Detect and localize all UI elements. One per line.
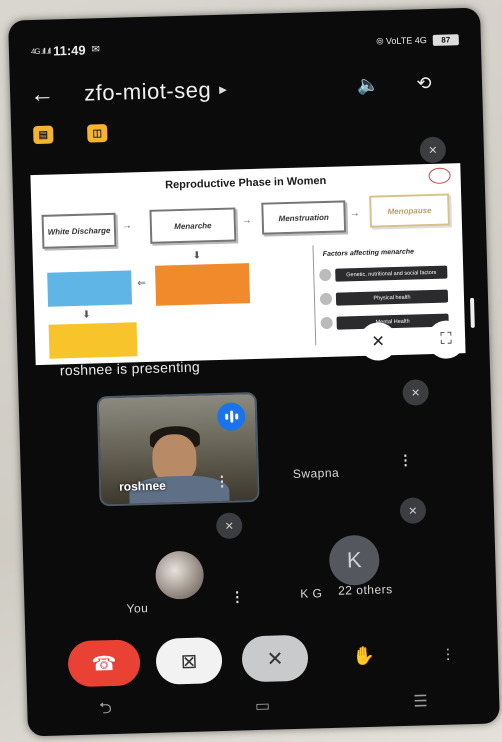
- mic-off-icon: ✕: [402, 379, 429, 406]
- factor-icon: [319, 268, 332, 282]
- recents-nav-icon[interactable]: ☰: [413, 691, 428, 711]
- box-menarche: Menarche: [149, 207, 237, 244]
- arrow-down-icon: ⬇: [82, 309, 91, 321]
- signal-indicator: 4G .ıll .ıll: [30, 46, 51, 56]
- presenting-label: roshnee is presenting: [59, 358, 201, 379]
- factor-icon: [319, 292, 333, 306]
- box-orange-info: [154, 263, 251, 306]
- participant-name: Swapna: [292, 465, 340, 481]
- end-call-button[interactable]: ☎: [67, 639, 141, 688]
- box-blue-info: [47, 270, 133, 307]
- meeting-title[interactable]: zfo-miot-seg: [84, 77, 212, 107]
- recording-badge-icon[interactable]: ▤: [33, 125, 54, 145]
- more-options-button[interactable]: ⋮: [435, 630, 460, 677]
- factors-title: Factors affecting menarche: [322, 248, 415, 259]
- home-nav-icon[interactable]: ▭: [255, 696, 271, 716]
- box-yellow-info: [48, 322, 138, 359]
- meet-screen: 4G .ıll .ıll 11:49 ✉ ⦾ VoLTE 4G 87 ← zfo…: [8, 8, 500, 737]
- arrow-icon: →: [349, 207, 360, 220]
- hand-icon: ✋: [352, 645, 376, 666]
- participant-tile-roshnee[interactable]: roshnee ⋮: [96, 391, 260, 507]
- mic-off-icon: ✕: [215, 512, 243, 540]
- camera-off-icon: ⊠: [180, 650, 198, 673]
- avatar: [154, 550, 205, 600]
- speaker-icon[interactable]: 🔈: [354, 70, 383, 99]
- box-menopause: Menopause: [369, 193, 450, 228]
- arrow-icon: →: [241, 215, 252, 227]
- status-time: 11:49: [52, 42, 86, 58]
- system-nav-bar: ⮌ ▭ ☰: [27, 687, 499, 724]
- back-arrow-icon[interactable]: ←: [30, 80, 67, 109]
- mic-off-icon: ✕: [266, 647, 284, 671]
- box-white-discharge: White Discharge: [41, 212, 117, 249]
- factor-row: Physical health: [335, 289, 449, 306]
- others-count[interactable]: 22 others: [338, 582, 393, 598]
- arrow-icon: ⇐: [137, 277, 147, 290]
- scroll-handle[interactable]: [470, 297, 475, 328]
- battery-icon: 87: [432, 33, 459, 46]
- camera-toggle-button[interactable]: ⊠: [155, 637, 223, 685]
- mic-off-icon: ✕: [399, 497, 427, 524]
- switch-camera-icon[interactable]: ⟲: [410, 69, 439, 98]
- participant-name: K G: [300, 586, 323, 601]
- mic-toggle-button[interactable]: ✕: [241, 634, 309, 683]
- phone-hangup-icon: ☎: [91, 652, 117, 676]
- factor-row: Genetic, nutritional and social factors: [335, 265, 448, 282]
- more-options-icon[interactable]: ⋮: [398, 452, 412, 469]
- speaking-indicator-icon: [216, 402, 246, 432]
- raise-hand-button[interactable]: ✋: [343, 632, 384, 679]
- presentation-slide: Reproductive Phase in Women White Discha…: [30, 163, 466, 366]
- notification-icon: ✉: [91, 43, 101, 55]
- avatar: K: [328, 534, 380, 586]
- app-header: ← zfo-miot-seg ▶: [30, 66, 463, 112]
- network-status: ⦾ VoLTE 4G: [376, 34, 427, 46]
- more-options-icon[interactable]: ⋮: [215, 473, 229, 490]
- participant-name: roshnee: [118, 478, 167, 494]
- arrow-icon: →: [121, 220, 133, 232]
- pin-off-icon[interactable]: ✕: [358, 321, 398, 362]
- chevron-right-icon[interactable]: ▶: [219, 84, 227, 95]
- kebab-icon: ⋮: [440, 645, 456, 662]
- back-nav-icon[interactable]: ⮌: [99, 697, 113, 724]
- slide-title: Reproductive Phase in Women: [164, 174, 327, 192]
- factor-icon: [320, 316, 333, 330]
- slide-divider: [312, 245, 317, 346]
- more-options-icon[interactable]: ⋮: [230, 588, 244, 605]
- arrow-down-icon: ⬇: [192, 250, 202, 262]
- status-bar: 4G .ıll .ıll 11:49 ✉ ⦾ VoLTE 4G 87: [31, 30, 459, 60]
- box-menstruation: Menstruation: [261, 200, 347, 235]
- participant-name: You: [126, 601, 149, 616]
- presenter-muted-icon: ✕: [419, 136, 447, 164]
- phone-frame: 4G .ıll .ıll 11:49 ✉ ⦾ VoLTE 4G 87 ← zfo…: [8, 7, 500, 737]
- captions-badge-icon[interactable]: ◫: [87, 124, 108, 143]
- fullscreen-icon[interactable]: ⛶: [426, 320, 466, 360]
